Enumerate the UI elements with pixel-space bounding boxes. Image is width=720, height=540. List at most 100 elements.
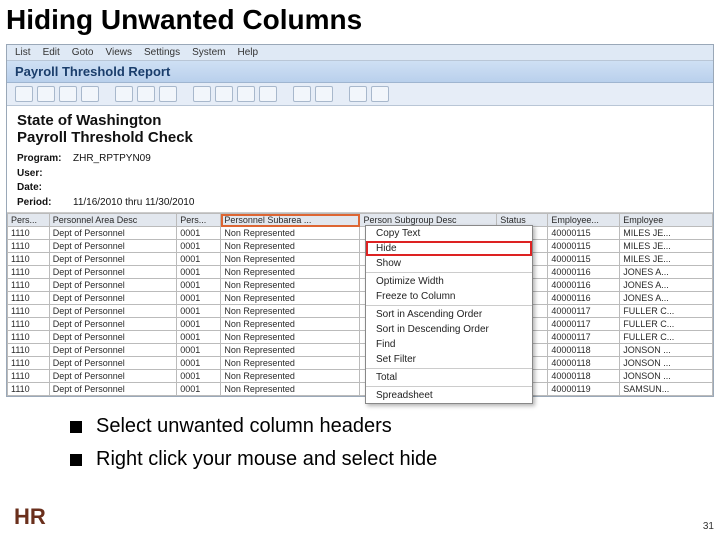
hr-logo-text: HR <box>14 504 46 530</box>
table-row[interactable]: 1110Dept of Personnel0001Non Represented… <box>8 227 713 240</box>
meta-program-value: ZHR_RPTPYN09 <box>73 152 151 167</box>
table-cell: Non Represented <box>221 266 360 279</box>
menu-list[interactable]: List <box>15 47 31 58</box>
table-cell: Non Represented <box>221 305 360 318</box>
context-item-sort-in-ascending-order[interactable]: Sort in Ascending Order <box>366 307 532 322</box>
table-cell: SAMSUN... <box>620 383 713 396</box>
table-cell: Non Represented <box>221 331 360 344</box>
table-row[interactable]: 1110Dept of Personnel0001Non Represented… <box>8 240 713 253</box>
table-cell: Non Represented <box>221 344 360 357</box>
table-cell: 40000115 <box>548 227 620 240</box>
table-cell: JONSON ... <box>620 357 713 370</box>
toolbar-button[interactable] <box>315 86 333 102</box>
table-cell: Non Represented <box>221 292 360 305</box>
table-row[interactable]: 1110Dept of Personnel0001Non Represented… <box>8 305 713 318</box>
table-row[interactable]: 1110Dept of Personnel0001Non Represented… <box>8 344 713 357</box>
column-header[interactable]: Employee <box>620 214 713 227</box>
table-cell: MILES JE... <box>620 240 713 253</box>
table-cell: 40000116 <box>548 279 620 292</box>
table-row[interactable]: 1110Dept of Personnel0001Non Represented… <box>8 357 713 370</box>
bullet-text: Select unwanted column headers <box>96 415 392 438</box>
context-item-total[interactable]: Total <box>366 370 532 385</box>
toolbar-button[interactable] <box>237 86 255 102</box>
toolbar-button[interactable] <box>159 86 177 102</box>
menu-system[interactable]: System <box>192 47 225 58</box>
context-item-spreadsheet[interactable]: Spreadsheet <box>366 388 532 403</box>
footer-logo: HR <box>14 504 46 530</box>
table-cell: 40000115 <box>548 253 620 266</box>
context-item-copy-text[interactable]: Copy Text <box>366 226 532 241</box>
toolbar-button[interactable] <box>193 86 211 102</box>
toolbar-button[interactable] <box>15 86 33 102</box>
context-separator <box>366 272 532 273</box>
table-cell: Dept of Personnel <box>49 305 177 318</box>
toolbar-button[interactable] <box>115 86 133 102</box>
menu-views[interactable]: Views <box>105 47 132 58</box>
table-cell: 1110 <box>8 253 50 266</box>
table-cell: 0001 <box>177 266 221 279</box>
table-cell: Dept of Personnel <box>49 253 177 266</box>
column-header[interactable]: Employee... <box>548 214 620 227</box>
table-cell: MILES JE... <box>620 253 713 266</box>
menu-goto[interactable]: Goto <box>72 47 94 58</box>
table-cell: Non Represented <box>221 227 360 240</box>
table-cell: 0001 <box>177 331 221 344</box>
column-header[interactable]: Pers... <box>8 214 50 227</box>
toolbar-button[interactable] <box>81 86 99 102</box>
table-row[interactable]: 1110Dept of Personnel0001Non Represented… <box>8 370 713 383</box>
toolbar-button[interactable] <box>137 86 155 102</box>
toolbar-button[interactable] <box>259 86 277 102</box>
toolbar-button[interactable] <box>59 86 77 102</box>
menu-edit[interactable]: Edit <box>43 47 60 58</box>
table-cell: 0001 <box>177 305 221 318</box>
table-cell: Dept of Personnel <box>49 266 177 279</box>
table-row[interactable]: 1110Dept of Personnel0001Non Represented… <box>8 383 713 396</box>
context-item-optimize-width[interactable]: Optimize Width <box>366 274 532 289</box>
table-cell: JONSON ... <box>620 370 713 383</box>
toolbar-button[interactable] <box>371 86 389 102</box>
context-item-set-filter[interactable]: Set Filter <box>366 352 532 367</box>
table-cell: Dept of Personnel <box>49 318 177 331</box>
column-header[interactable]: Pers... <box>177 214 221 227</box>
table-cell: Non Represented <box>221 383 360 396</box>
table-cell: 40000117 <box>548 318 620 331</box>
table-row[interactable]: 1110Dept of Personnel0001Non Represented… <box>8 318 713 331</box>
menu-settings[interactable]: Settings <box>144 47 180 58</box>
table-cell: 1110 <box>8 357 50 370</box>
table-cell: 40000117 <box>548 305 620 318</box>
context-item-hide[interactable]: Hide <box>366 241 532 256</box>
table-cell: Dept of Personnel <box>49 240 177 253</box>
toolbar-button[interactable] <box>37 86 55 102</box>
table-cell: Dept of Personnel <box>49 227 177 240</box>
bullets: Select unwanted column headersRight clic… <box>70 415 720 471</box>
table-row[interactable]: 1110Dept of Personnel0001Non Represented… <box>8 253 713 266</box>
toolbar-button[interactable] <box>293 86 311 102</box>
column-header[interactable]: Personnel Subarea ... <box>221 214 360 227</box>
toolbar-button[interactable] <box>215 86 233 102</box>
context-item-find[interactable]: Find <box>366 337 532 352</box>
menu-help[interactable]: Help <box>237 47 258 58</box>
table-row[interactable]: 1110Dept of Personnel0001Non Represented… <box>8 292 713 305</box>
context-separator <box>366 305 532 306</box>
table-cell: 1110 <box>8 383 50 396</box>
data-grid[interactable]: Pers...Personnel Area DescPers...Personn… <box>7 213 713 396</box>
meta-date-label: Date: <box>17 181 67 196</box>
context-item-sort-in-descending-order[interactable]: Sort in Descending Order <box>366 322 532 337</box>
table-cell: 1110 <box>8 240 50 253</box>
slide-title: Hiding Unwanted Columns <box>0 0 720 44</box>
app-window: ListEditGotoViewsSettingsSystemHelp Payr… <box>6 44 714 397</box>
table-cell: 0001 <box>177 357 221 370</box>
org-name: State of Washington <box>17 112 703 129</box>
meta-user-label: User: <box>17 167 67 182</box>
context-item-show[interactable]: Show <box>366 256 532 271</box>
table-row[interactable]: 1110Dept of Personnel0001Non Represented… <box>8 279 713 292</box>
table-row[interactable]: 1110Dept of Personnel0001Non Represented… <box>8 266 713 279</box>
toolbar-button[interactable] <box>349 86 367 102</box>
table-cell: JONSON ... <box>620 344 713 357</box>
table-cell: Dept of Personnel <box>49 344 177 357</box>
toolbar <box>7 83 713 106</box>
context-item-freeze-to-column[interactable]: Freeze to Column <box>366 289 532 304</box>
table-cell: 0001 <box>177 292 221 305</box>
column-header[interactable]: Personnel Area Desc <box>49 214 177 227</box>
table-row[interactable]: 1110Dept of Personnel0001Non Represented… <box>8 331 713 344</box>
